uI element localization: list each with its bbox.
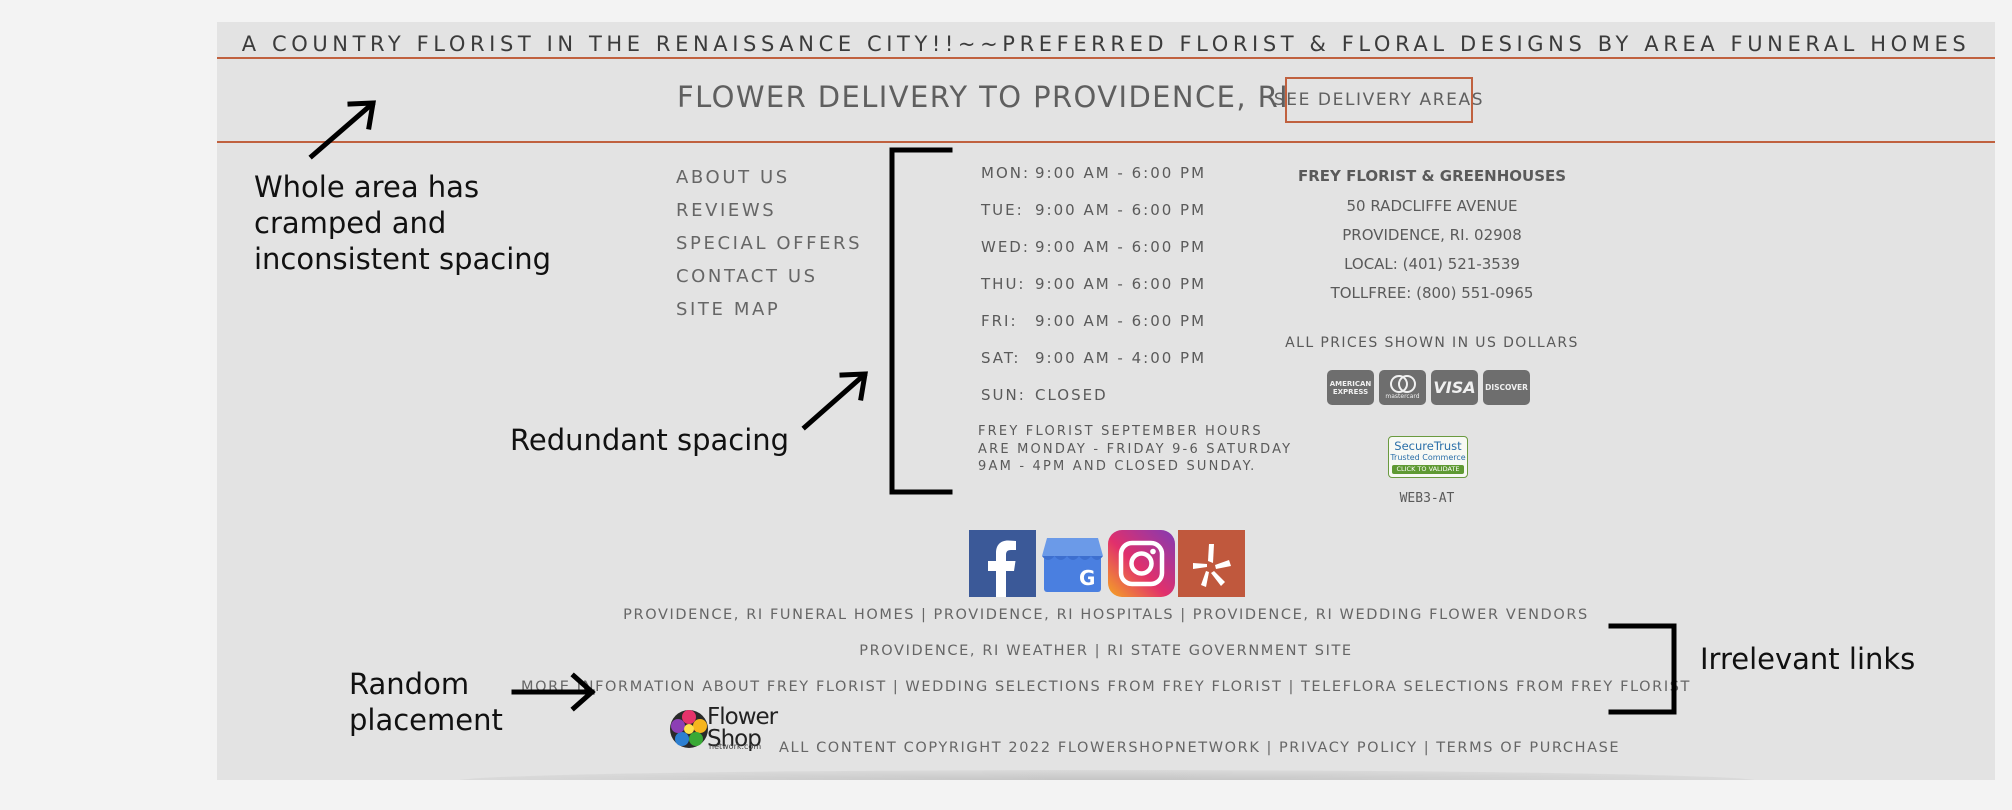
- annotation-bracket-links: [1608, 623, 1677, 715]
- annotation-line: placement: [349, 703, 503, 737]
- annotation-bracket-hours: [889, 147, 953, 495]
- annotation-spacing-note: Whole area has cramped and inconsistent …: [254, 169, 551, 277]
- annotation-irrelevant-note: Irrelevant links: [1700, 642, 1916, 676]
- annotation-arrow-redundant: [801, 371, 868, 431]
- annotation-redundant-note: Redundant spacing: [510, 423, 790, 457]
- annotation-line: Random: [349, 667, 470, 701]
- annotation-random-note: Random placement: [349, 666, 503, 738]
- annotation-line: cramped and: [254, 206, 447, 240]
- annotation-line: Whole area has: [254, 170, 480, 204]
- annotation-overlay: [308, 100, 1677, 715]
- annotation-line: inconsistent spacing: [254, 242, 552, 276]
- annotation-arrow-spacing: [308, 100, 376, 160]
